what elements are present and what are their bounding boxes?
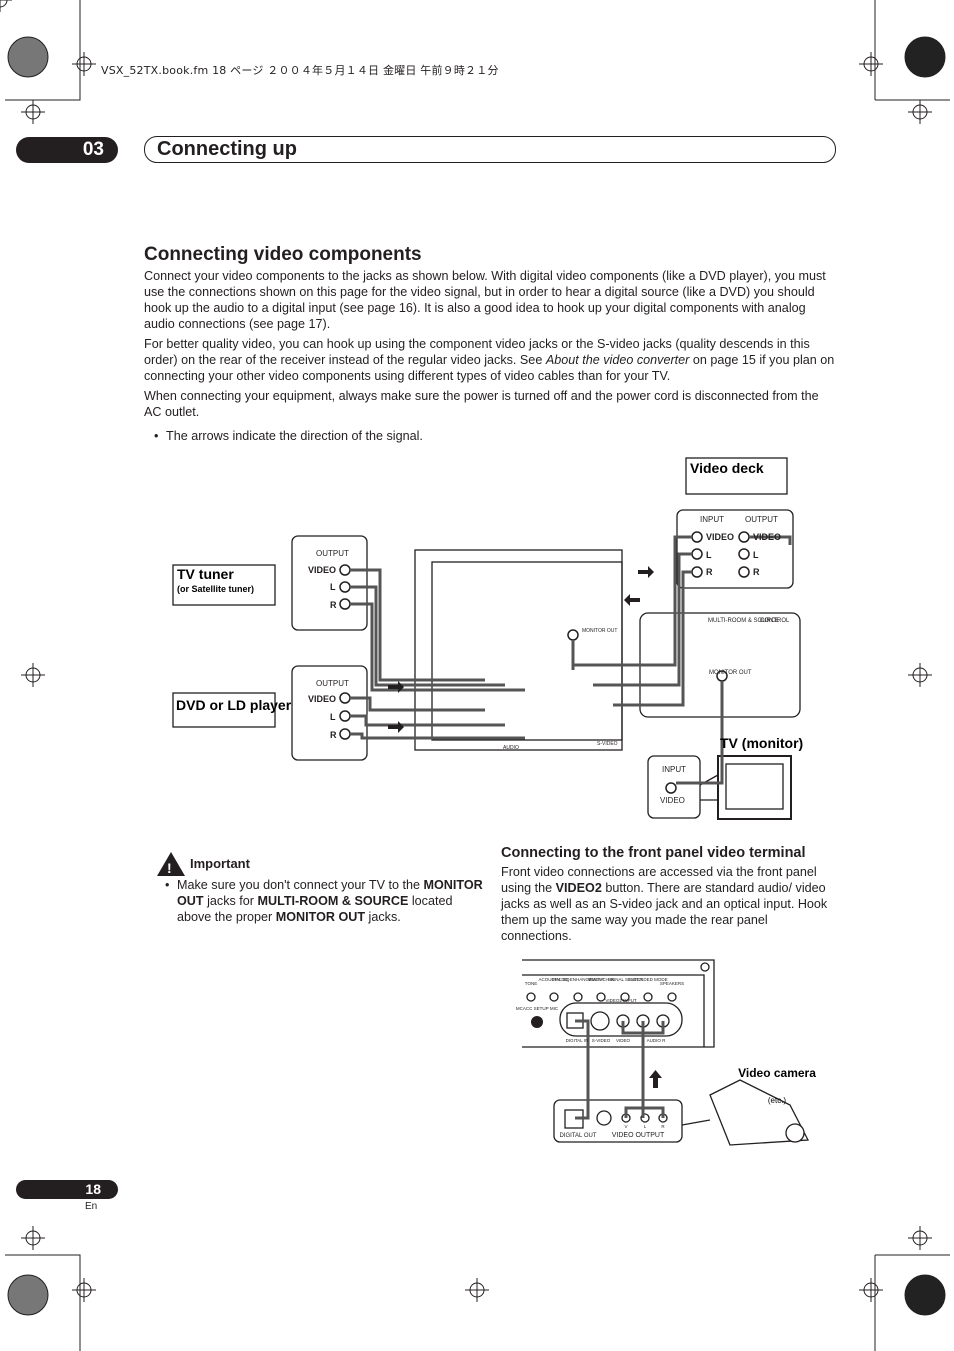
label: AUDIO <box>503 745 519 751</box>
text-bold: MULTI-ROOM & SOURCE <box>257 894 409 908</box>
camera-sublabel: (etc.) <box>768 1096 787 1105</box>
camera-label: Video camera <box>738 1066 816 1080</box>
label: VIDEO <box>660 796 685 805</box>
page-number: 18 <box>16 1180 118 1199</box>
dvd-label: DVD or LD player <box>176 697 292 713</box>
connection-diagram: OUTPUT OUTPUT INPUT OUTPUT INPUT VIDEO M… <box>172 457 803 820</box>
label: L <box>330 582 336 592</box>
label: MONITOR OUT <box>582 628 617 634</box>
label: R <box>330 600 337 610</box>
paragraph: Connect your video components to the jac… <box>144 269 826 331</box>
file-info: VSX_52TX.book.fm 18 ページ ２００４年５月１４日 金曜日 午… <box>101 64 499 77</box>
label: L <box>706 550 712 560</box>
text: jacks. <box>365 910 401 924</box>
knob-label: TONE <box>525 981 537 986</box>
subsection-title: Connecting to the front panel video term… <box>501 845 806 861</box>
paragraph: When connecting your equipment, always m… <box>144 389 819 419</box>
mic-label: MCACC SETUP MIC <box>516 1006 559 1011</box>
label: OUTPUT <box>745 515 778 524</box>
important-bullet: Make sure you don't connect your TV to t… <box>155 877 485 925</box>
section-title: Connecting video components <box>144 244 422 265</box>
warning-icon: ! <box>157 852 185 876</box>
tv-tuner-label: TV tuner <box>177 566 234 582</box>
label: R <box>753 567 760 577</box>
label: INPUT <box>700 515 724 524</box>
label: DIGITAL OUT <box>559 1133 596 1139</box>
label: VIDEO <box>616 1038 631 1043</box>
important-title: Important <box>190 856 250 871</box>
label: S-VIDEO <box>592 1038 611 1043</box>
label: OUTPUT <box>316 549 349 558</box>
label: VIDEO <box>706 532 734 542</box>
label: OUTPUT <box>316 679 349 688</box>
label: R <box>706 567 713 577</box>
video-deck-label: Video deck <box>690 460 764 476</box>
label: L <box>330 712 336 722</box>
label: CONTROL <box>760 618 790 624</box>
label: V <box>624 1124 627 1129</box>
label: VIDEO <box>753 532 781 542</box>
label: AUDIO R <box>647 1038 667 1043</box>
label: MONITOR OUT <box>709 670 752 676</box>
label: DIGITAL IN <box>566 1038 589 1043</box>
front-panel-diagram: TONEACOUSTIC EQDIALOG ENHANCEMENTMULTI-C… <box>516 959 816 1146</box>
tv-monitor-label: TV (monitor) <box>720 735 803 751</box>
label: VIDEO OUTPUT <box>612 1132 665 1139</box>
tv-tuner-sublabel: (or Satellite tuner) <box>177 584 254 594</box>
knob-label: SPEAKERS <box>660 981 684 986</box>
label: INPUT <box>662 765 686 774</box>
front-panel-body: Front video connections are accessed via… <box>501 864 836 944</box>
label: VIDEO2 INPUT <box>605 998 637 1003</box>
section-body: Connect your video components to the jac… <box>144 268 836 448</box>
paragraph: For better quality video, you can hook u… <box>144 336 836 384</box>
text: Make sure you don't connect your TV to t… <box>177 878 424 892</box>
text-italic: About the video converter <box>545 353 690 367</box>
text: jacks for <box>203 894 258 908</box>
label: S-VIDEO <box>597 741 618 747</box>
text-bold: VIDEO2 <box>555 881 602 895</box>
chapter-number: 03 <box>16 137 118 163</box>
label: VIDEO <box>308 694 336 704</box>
label: VIDEO <box>308 565 336 575</box>
label: L <box>753 550 759 560</box>
label: R <box>661 1124 665 1129</box>
language-label: En <box>85 1201 98 1212</box>
label: R <box>330 730 337 740</box>
svg-text:!: ! <box>167 860 172 876</box>
chapter-title: Connecting up <box>144 136 836 163</box>
text-bold: MONITOR OUT <box>275 910 366 924</box>
label: L <box>644 1124 647 1129</box>
